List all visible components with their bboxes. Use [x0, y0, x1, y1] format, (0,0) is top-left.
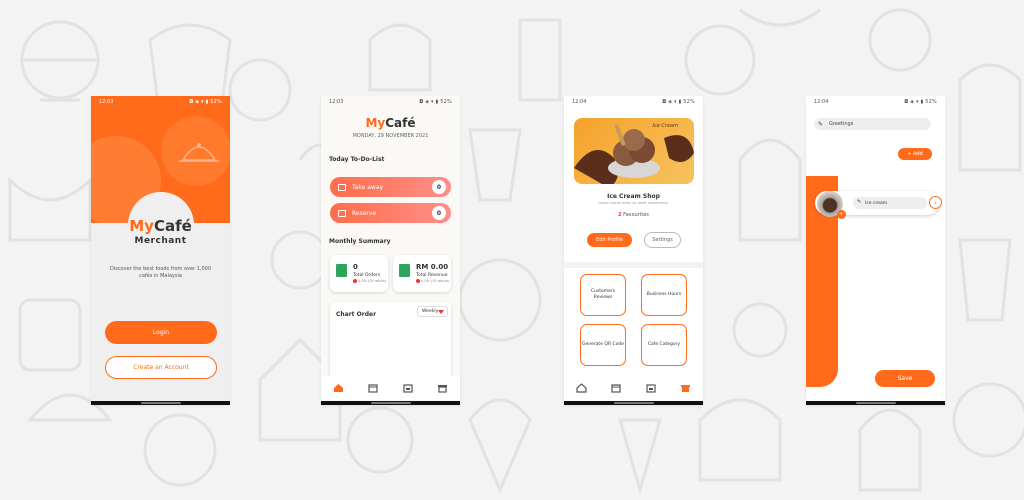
screen-dashboard: 12:03 ◘ ◈ ▾ ▮ 52% MyCafé MONDAY, 29 NOVE…: [321, 96, 460, 405]
bag-icon: [338, 183, 346, 191]
screen-welcome: 12:03 ◘ ◈ ▾ ▮ 52% MyCafé Merchant Discov…: [91, 96, 230, 405]
login-button[interactable]: Login: [105, 321, 217, 344]
status-bar: 12:04 ◘ ◈ ▾ ▮ 52%: [564, 96, 703, 108]
store-icon[interactable]: [643, 380, 659, 396]
chevron-down-icon: [438, 310, 444, 314]
save-button[interactable]: Save: [875, 370, 935, 387]
revenue-label: Total Revenue: [416, 273, 448, 278]
calendar-icon[interactable]: [608, 380, 624, 396]
shop-icon[interactable]: [678, 380, 694, 396]
todo-item-reserve[interactable]: Reserve 0: [330, 203, 451, 223]
orders-icon: [336, 264, 347, 277]
nav-bar: [321, 401, 460, 405]
todo-label: Reserve: [352, 209, 377, 217]
chart-title: Chart Order: [336, 311, 377, 318]
status-indicators: ◘ ◈ ▾ ▮ 52%: [904, 99, 937, 105]
todo-count: 0: [432, 206, 446, 220]
calendar-icon[interactable]: [365, 380, 381, 396]
current-date: MONDAY, 29 NOVEMBER 2021: [352, 133, 429, 139]
business-hours-button[interactable]: Business Hours: [641, 274, 687, 316]
store-icon[interactable]: [400, 380, 416, 396]
shop-icon[interactable]: [435, 380, 451, 396]
add-button[interactable]: + Add: [898, 148, 932, 160]
app-logo: MyCafé: [365, 116, 416, 130]
todo-title: Today To-Do-List: [329, 156, 385, 163]
revenue-card[interactable]: RM 0.00 Total Revenue 0.0% (Of return): [393, 255, 451, 292]
cafe-category-button[interactable]: Cafe Category: [641, 324, 687, 366]
screen-profile: 12:04 ◘ ◈ ▾ ▮ 52% Ice Cream Ice Cream Sh…: [564, 96, 703, 405]
pencil-icon: ✎: [857, 199, 862, 205]
status-indicators: ◘ ◈ ▾ ▮ 52%: [662, 99, 695, 105]
home-icon[interactable]: [330, 380, 346, 396]
screen-category-edit: 12:04 ◘ ◈ ▾ ▮ 52% ✎ Greetings + Add + ✎ …: [806, 96, 945, 405]
table-icon: [338, 209, 346, 217]
cloche-icon: [179, 143, 219, 162]
tagline: Discover the best foods from over 1,000 …: [109, 266, 212, 279]
profile-menu-grid: Customers Reviews Business Hours Generat…: [564, 262, 703, 380]
period-select[interactable]: Weekly: [417, 306, 448, 317]
revenue-sub: 0.0% (Of return): [416, 279, 450, 283]
revenue-icon: [399, 264, 410, 277]
todo-count: 0: [432, 180, 446, 194]
bottom-tab-bar: [321, 376, 460, 400]
status-time: 12:03: [329, 99, 344, 105]
chart-order-card: Chart Order Weekly: [330, 302, 451, 386]
orders-value: 0: [353, 263, 358, 271]
shop-name: Ice Cream Shop: [607, 193, 660, 200]
customers-reviews-button[interactable]: Customers Reviews: [580, 274, 626, 316]
nav-bar: [91, 401, 230, 405]
orders-label: Total Orders: [353, 273, 381, 278]
nav-bar: [806, 401, 945, 405]
status-bar: 12:04 ◘ ◈ ▾ ▮ 52%: [806, 96, 945, 108]
status-indicators: ◘ ◈ ▾ ▮ 52%: [189, 99, 222, 105]
todo-item-takeaway[interactable]: Take away 0: [330, 177, 451, 197]
status-time: 12:03: [99, 99, 114, 105]
home-icon[interactable]: [573, 380, 589, 396]
item-name-field[interactable]: ✎ Ice cream: [853, 197, 927, 209]
status-bar: 12:03 ◘ ◈ ▾ ▮ 52%: [91, 96, 230, 108]
shop-description: Lorem ipsum dolor sit amet consectetur: [598, 201, 669, 205]
favourites-count: 2: [618, 212, 622, 218]
status-indicators: ◘ ◈ ▾ ▮ 52%: [419, 99, 452, 105]
generate-qr-button[interactable]: Generate QR Code: [580, 324, 626, 366]
nav-bar: [564, 401, 703, 405]
todo-label: Take away: [352, 183, 384, 191]
revenue-value: RM 0.00: [416, 263, 449, 271]
status-bar: 12:03 ◘ ◈ ▾ ▮ 52%: [321, 96, 460, 108]
app-subtitle: Merchant: [134, 236, 187, 246]
shop-banner-image: Ice Cream: [574, 118, 694, 184]
status-time: 12:04: [572, 99, 587, 105]
favourites: 2 Favourites: [618, 212, 649, 218]
summary-title: Monthly Summary: [329, 238, 391, 245]
greetings-field[interactable]: ✎ Greetings: [814, 118, 931, 130]
add-image-icon[interactable]: +: [837, 210, 846, 219]
pencil-icon: ✎: [818, 121, 824, 128]
create-account-button[interactable]: Create an Account: [105, 356, 217, 379]
settings-button[interactable]: Settings: [644, 232, 681, 248]
banner-text: Ice Cream: [652, 123, 678, 129]
category-item[interactable]: + ✎ Ice cream ›: [815, 191, 942, 219]
status-time: 12:04: [814, 99, 829, 105]
chevron-right-icon[interactable]: ›: [929, 196, 942, 209]
edit-profile-button[interactable]: Edit Profile: [587, 233, 632, 247]
orders-card[interactable]: 0 Total Orders 0.0% (Of return): [330, 255, 388, 292]
app-logo: MyCafé: [129, 217, 192, 235]
bottom-tab-bar: [564, 376, 703, 400]
orders-sub: 0.0% (Of return): [353, 279, 387, 283]
